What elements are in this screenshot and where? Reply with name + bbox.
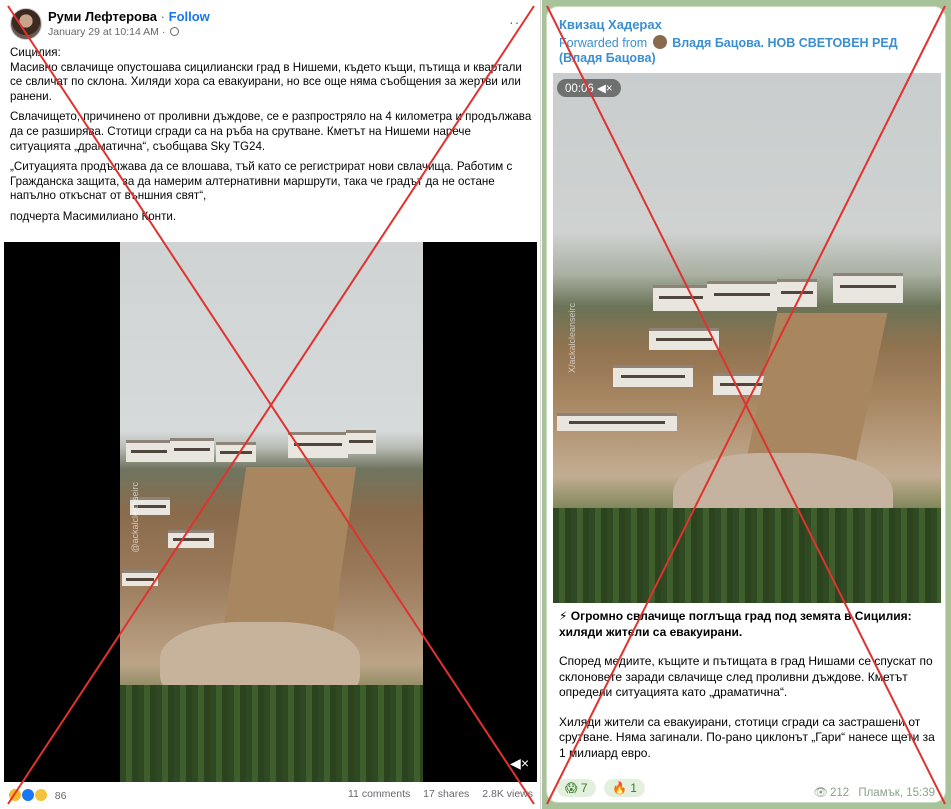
house-shape xyxy=(777,279,817,307)
message-reactions: 😱 7 🔥 1 xyxy=(557,779,649,797)
post-date[interactable]: January 29 at 10:14 AM · xyxy=(48,26,180,38)
reaction-fire[interactable]: 🔥 1 xyxy=(604,779,645,797)
forwarded-prefix: Forwarded from xyxy=(559,36,648,50)
message-headline: ⚡ Огромно свлачище поглъща град под земя… xyxy=(559,609,912,639)
comments-link[interactable]: 11 comments xyxy=(348,788,410,800)
treeline xyxy=(553,507,941,603)
reaction-count: 7 xyxy=(580,781,588,795)
post-date-text: January 29 at 10:14 AM · xyxy=(48,26,166,38)
post-paragraph-1: Сицилия: Масивно свлачище опустошава сиц… xyxy=(10,46,522,103)
channel-name[interactable]: Квизац Хадерах xyxy=(559,17,662,32)
message-text: ⚡ Огромно свлачище поглъща град под земя… xyxy=(559,609,939,775)
post-footer: 86 11 comments 17 shares 2.8K views xyxy=(8,788,533,804)
video-watermark: X/ackalcleanseirc xyxy=(567,303,577,374)
reaction-count: 1 xyxy=(630,781,637,795)
video-player[interactable]: @ackalcleanseirc ◀× xyxy=(4,242,537,782)
author-avatar[interactable] xyxy=(10,8,42,40)
house-shape xyxy=(557,413,677,431)
landslide-video-frame[interactable]: @ackalcleanseirc xyxy=(120,242,423,782)
views-count: 212 xyxy=(829,787,850,799)
video-time-text: 00:06 xyxy=(565,83,594,95)
mute-icon[interactable]: ◀× xyxy=(510,755,529,772)
reactions-summary[interactable]: 86 xyxy=(8,788,66,802)
post-paragraph-2: Свлачището, причинено от проливни дъждов… xyxy=(10,110,532,153)
engagement-stats: 11 comments 17 shares 2.8K views xyxy=(338,788,533,800)
forwarded-from[interactable]: Forwarded from Владя Бацова. НОВ СВЕТОВЕ… xyxy=(559,35,939,66)
author-name[interactable]: Руми Лефтерова xyxy=(48,9,157,24)
follow-button[interactable]: Follow xyxy=(169,9,210,24)
house-shape xyxy=(613,365,693,387)
haha-reaction-icon xyxy=(8,788,22,802)
house-shape xyxy=(346,430,376,454)
treeline xyxy=(120,684,423,782)
views-count: 2.8K views xyxy=(482,788,533,800)
fire-emoji-icon: 🔥 xyxy=(612,781,627,795)
like-reaction-icon xyxy=(20,788,35,802)
house-shape xyxy=(649,328,719,350)
video-watermark: @ackalcleanseirc xyxy=(130,482,140,553)
message-paragraph-1: Според медиите, къщите и пътищата в град… xyxy=(559,654,933,699)
house-shape xyxy=(707,281,777,311)
house-shape xyxy=(288,432,348,458)
message-paragraph-2: Хиляди жители са евакуирани, стотици сгр… xyxy=(559,714,935,760)
house-shape xyxy=(122,570,158,586)
post-header: Руми Лефтерова · Follow January 29 at 10… xyxy=(10,8,530,42)
house-shape xyxy=(833,273,903,303)
scream-emoji-icon: 😱 xyxy=(565,781,578,795)
telegram-message: Квизац Хадерах Forwarded from Владя Бацо… xyxy=(546,6,946,803)
house-shape xyxy=(170,438,214,462)
video-player[interactable]: X/ackalcleanseirc 00:06 ◀× xyxy=(553,73,941,603)
more-options-icon[interactable]: ··· xyxy=(509,14,526,30)
house-shape xyxy=(168,530,214,548)
telegram-chat: Квизац Хадерах Forwarded from Владя Бацо… xyxy=(542,0,951,809)
shares-link[interactable]: 17 shares xyxy=(423,788,469,800)
post-paragraph-4: подчерта Масимилиано Конти. xyxy=(10,209,177,223)
reaction-count: 86 xyxy=(54,790,67,802)
author-time: Пламък, 15:39 xyxy=(858,787,935,799)
house-shape xyxy=(216,442,256,462)
eye-icon: 👁 xyxy=(813,787,828,799)
reaction-scream[interactable]: 😱 7 xyxy=(557,779,596,797)
author-separator: · xyxy=(160,9,166,24)
author-line: Руми Лефтерова · Follow xyxy=(48,9,210,24)
post-text: Сицилия: Масивно свлачище опустошава сиц… xyxy=(10,46,532,231)
facebook-post: Руми Лефтерова · Follow January 29 at 10… xyxy=(0,0,541,809)
house-shape xyxy=(653,285,709,311)
message-meta: 👁 212 Пламък, 15:39 xyxy=(807,785,935,799)
wow-reaction-icon xyxy=(33,788,48,802)
globe-icon xyxy=(170,27,180,36)
muted-speaker-icon[interactable]: ◀× xyxy=(597,83,613,95)
house-shape xyxy=(126,440,172,462)
forwarded-avatar xyxy=(652,35,667,49)
post-paragraph-3: „Ситуацията продължава да се влошава, тъ… xyxy=(10,160,513,203)
video-timer[interactable]: 00:06 ◀× xyxy=(557,79,621,97)
